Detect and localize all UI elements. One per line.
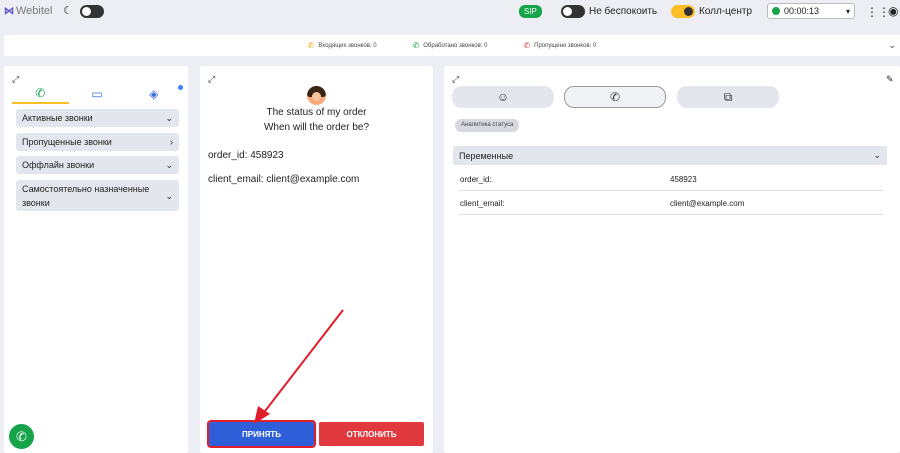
chat-icon: ▭ <box>91 87 103 101</box>
accordion-label: Оффлайн звонки <box>22 160 95 170</box>
order-id-label: order_id: <box>208 150 248 161</box>
theme-moon-icon: ☾ <box>63 5 73 17</box>
chevron-down-icon[interactable]: ⌄ <box>888 40 896 51</box>
contact-icon: ☺ <box>496 90 510 104</box>
pin-icon[interactable]: ✎ <box>886 74 894 85</box>
table-row: client_email: client@example.com <box>459 192 883 215</box>
accordion-active-calls[interactable]: Активные звонки ⌄ <box>16 109 179 127</box>
call-title: The status of my order <box>266 107 367 118</box>
diamond-alert-icon: ◈ <box>149 87 159 101</box>
chevron-down-icon: ⌄ <box>165 159 173 170</box>
table-row: order_id: 458923 <box>459 168 883 191</box>
stat-handled-text: Обработано звонков: 0 <box>423 42 488 49</box>
dnd-toggle[interactable] <box>561 5 585 18</box>
phone-icon: ✆ <box>16 428 27 444</box>
call-info-button[interactable]: ✆ <box>564 86 666 108</box>
chevron-down-icon: ⌄ <box>165 190 173 201</box>
timer-value: 00:00:13 <box>784 6 820 16</box>
status-timer-select[interactable]: 00:00:13 ▾ <box>767 3 855 19</box>
phone-fab-button[interactable]: ✆ <box>7 422 36 451</box>
stat-handled: ✆ Обработано звонков: 0 <box>413 41 488 50</box>
missed-call-icon: ✆ <box>523 41 531 50</box>
tab-jobs[interactable]: ◈ <box>125 84 182 104</box>
tag-chip: Аналитика статуса <box>455 119 520 132</box>
chevron-down-icon: ▾ <box>845 6 850 16</box>
phone-icon: ✆ <box>35 86 46 100</box>
accordion-assigned-calls[interactable]: Самостоятельно назначенные звонки ⌄ <box>16 180 179 211</box>
call-subtitle: When will the order be? <box>263 122 370 133</box>
callcenter-toggle[interactable] <box>671 5 695 18</box>
collapse-icon[interactable]: ⤢ <box>452 74 459 85</box>
notification-dot <box>178 85 183 90</box>
collapse-icon[interactable]: ⤢ <box>208 74 215 85</box>
calls-tabs: ✆ ▭ ◈ <box>12 84 182 104</box>
logo-icon: ⋈ <box>4 5 14 17</box>
user-account-icon[interactable]: ◉ <box>888 4 898 18</box>
status-dot <box>772 7 780 15</box>
call-stats-bar: ✆ Входящих звонков: 0 ✆ Обработано звонк… <box>4 35 900 56</box>
decline-button[interactable]: ОТКЛОНИТЬ <box>319 422 424 446</box>
variables-header[interactable]: Переменные ⌄ <box>453 146 887 165</box>
order-id-value: 458923 <box>250 150 284 161</box>
calls-panel: ⤢ ✆ ▭ ◈ Активные звонки ⌄ Пропущенные зв… <box>4 66 188 453</box>
stat-missed-text: Пропущено звонков: 0 <box>534 42 597 49</box>
chevron-down-icon: ⌄ <box>873 150 881 160</box>
call-preview-panel: ⤢ The status of my order When will the o… <box>200 66 433 453</box>
flow-info-button[interactable]: ⧉ <box>677 86 779 108</box>
chevron-right-icon: › <box>170 137 173 147</box>
theme-toggle[interactable] <box>80 5 104 18</box>
handled-call-icon: ✆ <box>412 41 420 50</box>
accordion-label: Пропущенные звонки <box>22 137 112 147</box>
variables-title: Переменные <box>459 150 514 161</box>
logo: ⋈ Webitel <box>4 5 52 17</box>
variable-key: order_id: <box>460 174 492 184</box>
client-email-field: client_email: client@example.com <box>208 174 359 185</box>
variable-value: client@example.com <box>670 198 745 208</box>
details-panel: ⤢ ✎ ☺ ✆ ⧉ Аналитика статуса Переменные ⌄… <box>444 66 900 453</box>
tab-calls[interactable]: ✆ <box>12 84 69 104</box>
accordion-offline-calls[interactable]: Оффлайн звонки ⌄ <box>16 156 179 174</box>
callcenter-label: Колл-центр <box>699 6 753 17</box>
top-header: ⋈ Webitel ☾ SIP Не беспокоить Колл-центр… <box>0 0 900 24</box>
client-info-button[interactable]: ☺ <box>452 86 554 108</box>
phone-icon: ✆ <box>609 90 621 104</box>
dnd-label: Не беспокоить <box>589 6 658 17</box>
accordion-label: Активные звонки <box>22 113 93 123</box>
stat-incoming: ✆ Входящих звонков: 0 <box>308 41 377 50</box>
accordion-label: Самостоятельно назначенные звонки <box>22 183 150 208</box>
accept-button[interactable]: ПРИНЯТЬ <box>207 420 316 448</box>
client-email-value: client@example.com <box>266 174 360 185</box>
logo-text: Webitel <box>16 5 53 17</box>
stat-incoming-text: Входящих звонков: 0 <box>318 42 377 49</box>
client-email-label: client_email: <box>208 174 264 185</box>
chevron-down-icon: ⌄ <box>165 112 173 123</box>
accordion-missed-calls[interactable]: Пропущенные звонки › <box>16 133 179 151</box>
order-id-field: order_id: 458923 <box>208 150 284 161</box>
variable-value: 458923 <box>670 174 697 184</box>
avatar <box>307 86 326 105</box>
incoming-call-icon: ✆ <box>307 41 315 50</box>
apps-grid-icon[interactable]: ⋮⋮ <box>866 5 890 19</box>
flow-icon: ⧉ <box>723 89 733 104</box>
variable-key: client_email: <box>460 198 505 208</box>
sip-badge: SIP <box>519 5 542 18</box>
stat-missed: ✆ Пропущено звонков: 0 <box>523 41 596 50</box>
tab-chats[interactable]: ▭ <box>69 84 126 104</box>
